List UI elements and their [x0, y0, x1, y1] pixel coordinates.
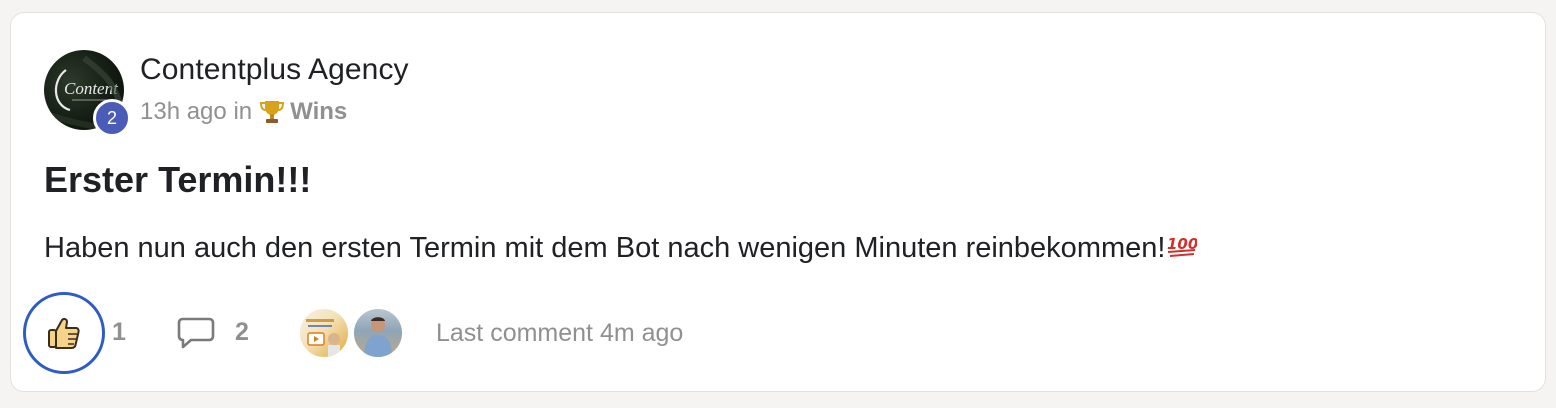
commenter-avatar[interactable]	[298, 307, 350, 359]
like-count: 1	[112, 318, 126, 346]
hundred-points-emoji: 100	[1167, 231, 1199, 265]
post-meta: 13h ago in Wins	[140, 98, 347, 126]
post-body[interactable]: Haben nun auch den ersten Termin mit dem…	[44, 231, 1199, 265]
author-avatar-wrap[interactable]: Content 2	[44, 50, 131, 137]
trophy-icon	[260, 99, 285, 125]
comment-count: 2	[235, 318, 249, 346]
post-title[interactable]: Erster Termin!!!	[44, 159, 311, 201]
thumbs-up-icon	[48, 317, 80, 349]
post-body-text: Haben nun auch den ersten Termin mit dem…	[44, 232, 1166, 264]
author-name[interactable]: Contentplus Agency	[140, 53, 409, 87]
comment-bubble-icon[interactable]	[177, 316, 215, 355]
post-card[interactable]: Content 2 Contentplus Agency 13h ago in …	[10, 12, 1546, 392]
level-badge: 2	[93, 99, 131, 137]
time-ago[interactable]: 13h ago	[140, 98, 227, 126]
in-label: in	[233, 98, 253, 125]
last-comment-time: Last comment 4m ago	[436, 319, 684, 347]
commenter-avatar[interactable]	[352, 307, 404, 359]
category-link[interactable]: Wins	[290, 98, 347, 126]
like-button[interactable]	[23, 292, 105, 374]
